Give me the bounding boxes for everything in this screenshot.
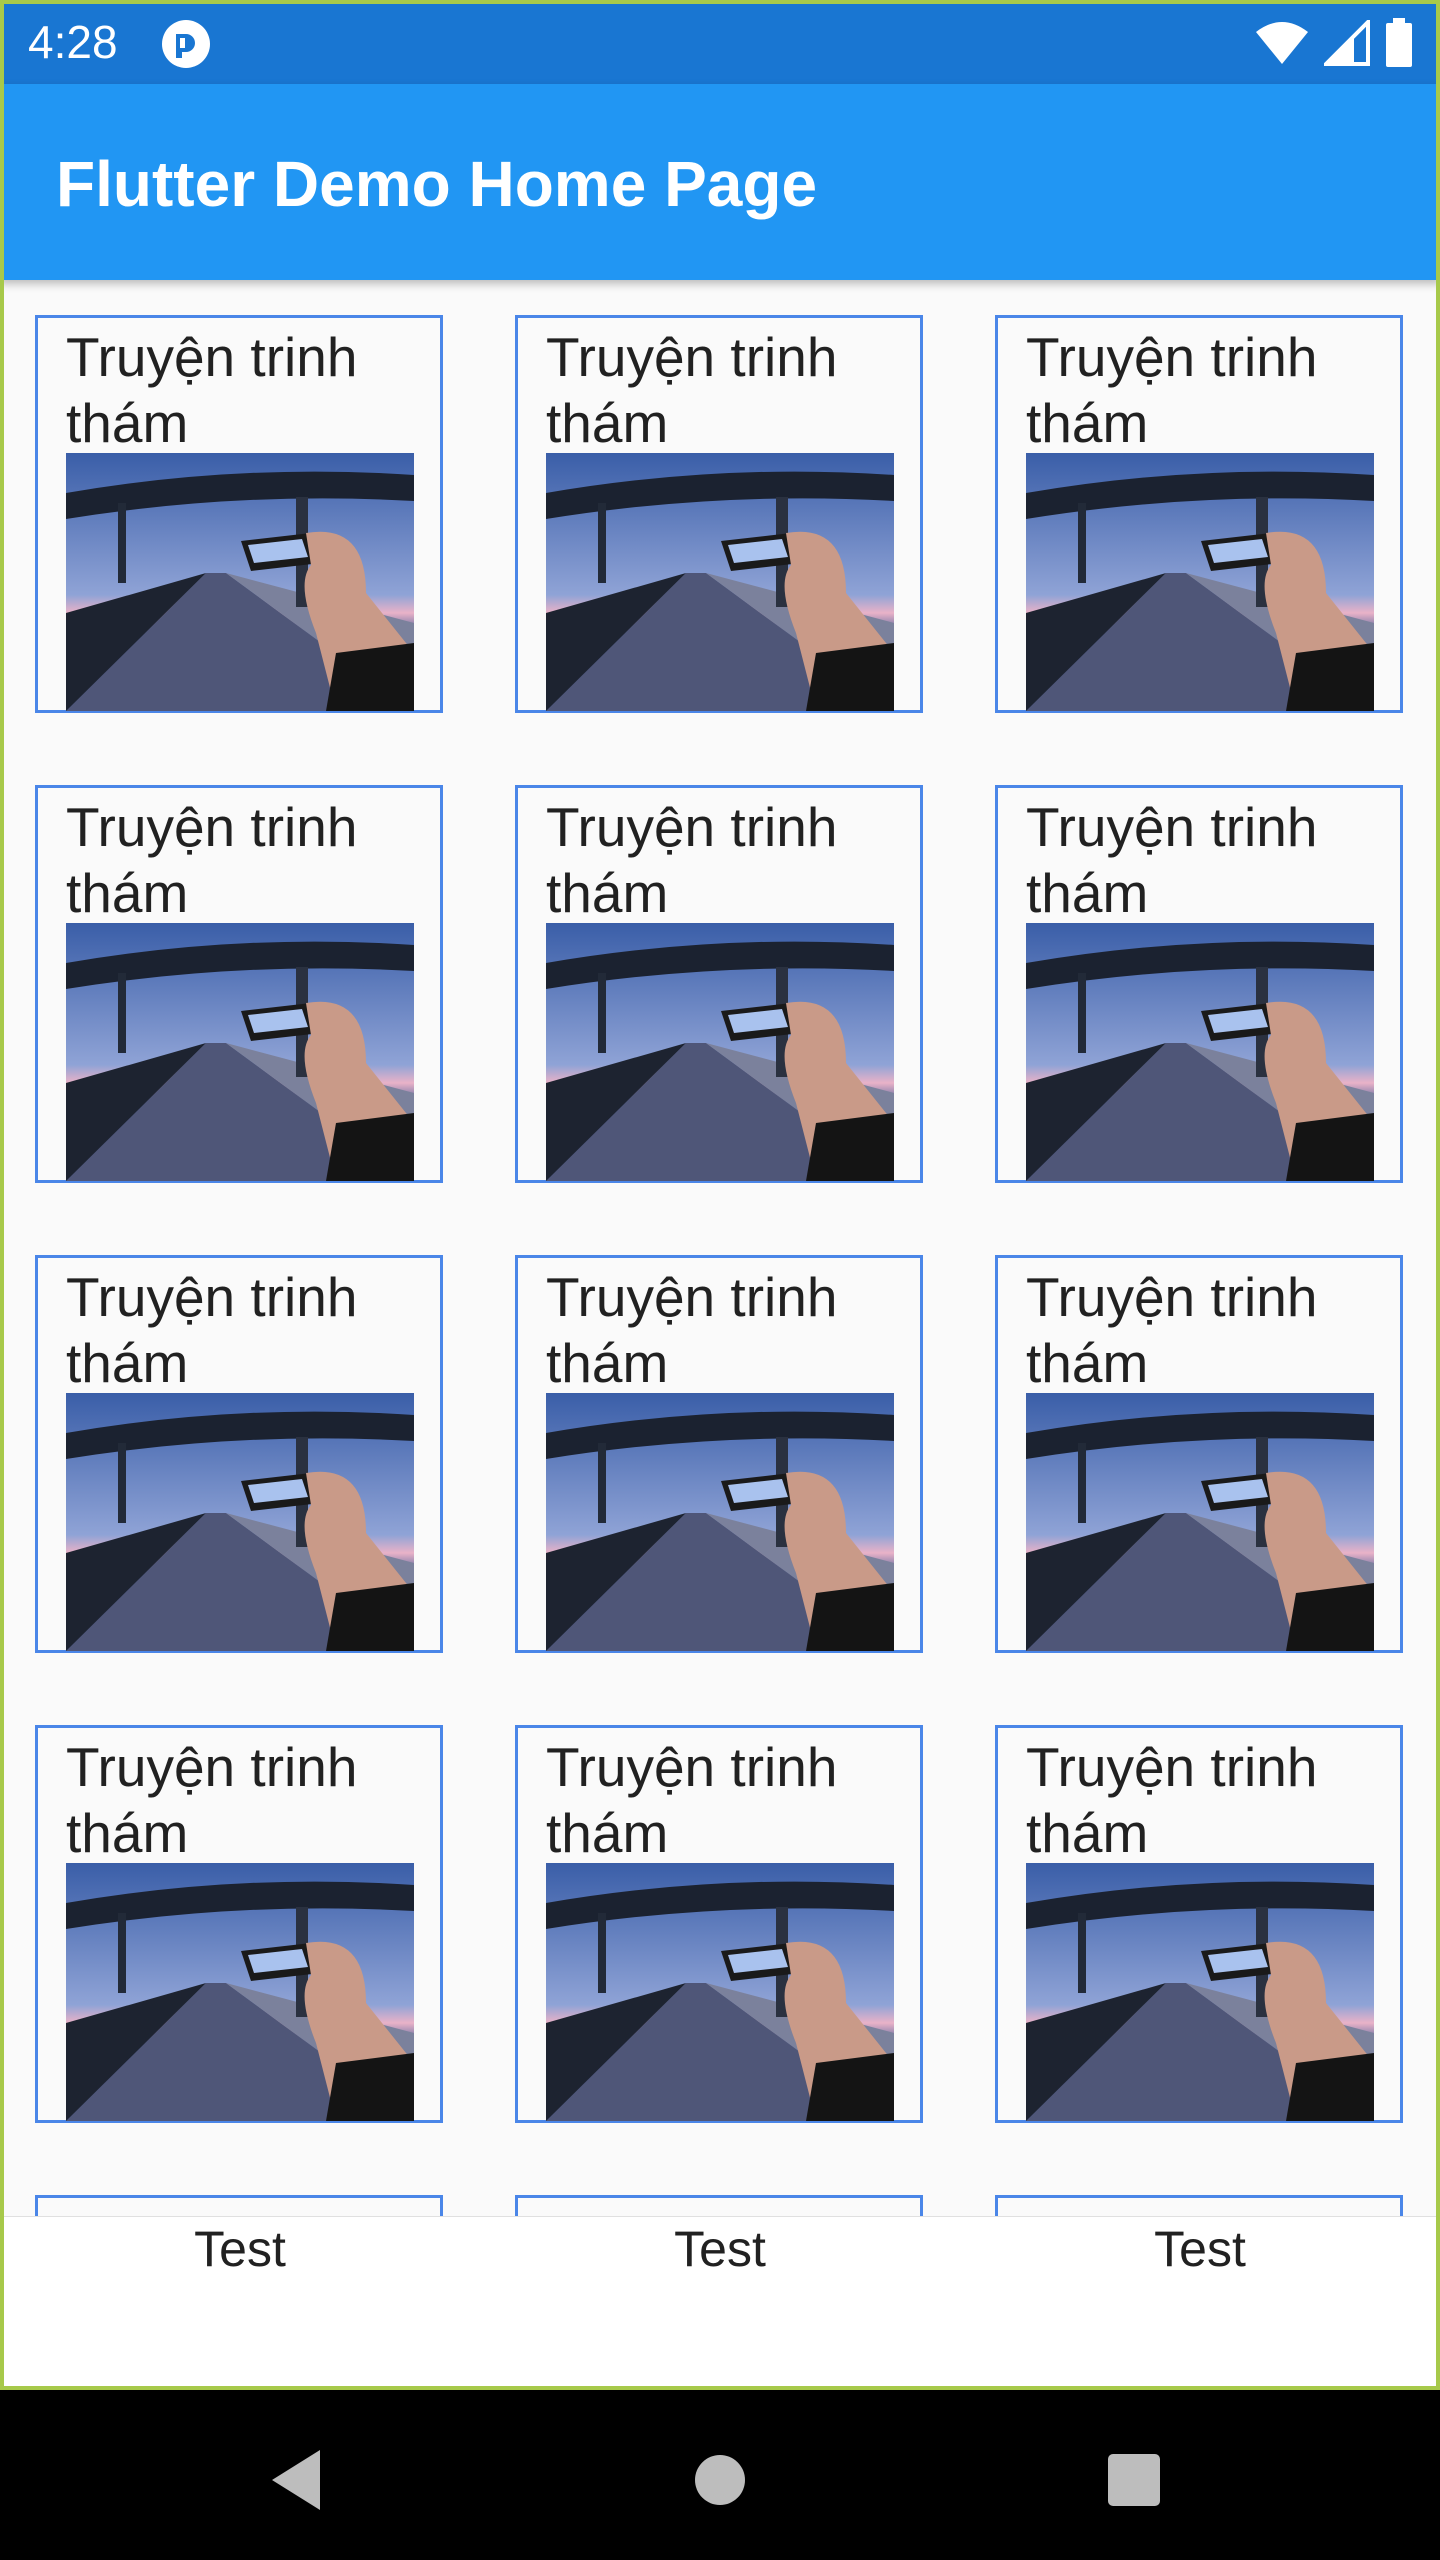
story-card[interactable]: Truyện trinh thám (35, 785, 443, 1183)
story-card[interactable]: Truyện trinh thám (995, 315, 1403, 713)
story-card-image (546, 1863, 894, 2121)
home-icon[interactable] (660, 2430, 780, 2530)
wifi-icon (1256, 22, 1308, 64)
story-card[interactable]: Truyện trinh thám (515, 1255, 923, 1653)
notification-app-icon (162, 20, 210, 68)
battery-icon (1386, 18, 1412, 67)
story-card-title: Truyện trinh thám (66, 2204, 426, 2216)
tab-bar: Test Test Test (0, 2216, 1440, 2391)
recents-icon[interactable] (1074, 2430, 1194, 2530)
story-card[interactable]: Truyện trinh thám (995, 2195, 1403, 2216)
story-card-title: Truyện trinh thám (66, 796, 358, 924)
story-card[interactable]: Truyện trinh thám (515, 1725, 923, 2123)
story-card[interactable]: Truyện trinh thám (35, 1255, 443, 1653)
story-card-image (546, 453, 894, 711)
cell-signal-icon (1324, 20, 1370, 66)
system-nav-bar (0, 2390, 1440, 2560)
story-card[interactable]: Truyện trinh thám (35, 2195, 443, 2216)
story-card[interactable]: Truyện trinh thám (995, 1255, 1403, 1653)
story-card-title: Truyện trinh thám (1026, 326, 1318, 454)
story-card-image (66, 1863, 414, 2121)
app-bar: Flutter Demo Home Page (0, 84, 1440, 280)
story-card[interactable]: Truyện trinh thám (515, 785, 923, 1183)
story-card-title: Truyện trinh thám (66, 1266, 358, 1394)
status-bar: 4:28 (0, 0, 1440, 84)
story-card-image (1026, 923, 1374, 1181)
story-grid[interactable]: Truyện trinh thám Truyện trinh thám Truyện… (0, 280, 1440, 2216)
story-card-title: Truyện trinh thám (546, 326, 838, 454)
story-card-title: Truyện trinh thám (66, 1736, 358, 1864)
story-card[interactable]: Truyện trinh thám (995, 785, 1403, 1183)
tab-3[interactable]: Test (960, 2217, 1440, 2391)
story-card-image (1026, 453, 1374, 711)
tab-2[interactable]: Test (480, 2217, 960, 2391)
tab-label: Test (674, 2221, 766, 2277)
story-card-title: Truyện trinh thám (66, 326, 358, 454)
story-card-title: Truyện trinh thám (546, 1266, 838, 1394)
story-card[interactable]: Truyện trinh thám (35, 1725, 443, 2123)
story-card-image (546, 923, 894, 1181)
story-card-image (66, 923, 414, 1181)
page-title: Flutter Demo Home Page (56, 148, 818, 220)
tab-1[interactable]: Test (0, 2217, 480, 2391)
story-card[interactable]: Truyện trinh thám (515, 315, 923, 713)
status-icons (1254, 16, 1414, 70)
story-card[interactable]: Truyện trinh thám (35, 315, 443, 713)
story-card-image (1026, 1863, 1374, 2121)
story-card-image (66, 453, 414, 711)
story-card[interactable]: Truyện trinh thám (995, 1725, 1403, 2123)
story-card-image (546, 1393, 894, 1651)
story-card-image (66, 1393, 414, 1651)
back-icon[interactable] (240, 2430, 360, 2530)
story-card-image (1026, 1393, 1374, 1651)
tab-label: Test (1154, 2221, 1246, 2277)
status-time: 4:28 (28, 16, 118, 68)
story-card-title: Truyện trinh thám (546, 2204, 906, 2216)
story-card-title: Truyện trinh thám (1026, 796, 1318, 924)
story-card-title: Truyện trinh thám (1026, 1266, 1318, 1394)
tab-label: Test (194, 2221, 286, 2277)
story-card-title: Truyện trinh thám (546, 1736, 838, 1864)
story-card-title: Truyện trinh thám (1026, 2204, 1386, 2216)
story-card[interactable]: Truyện trinh thám (515, 2195, 923, 2216)
story-card-title: Truyện trinh thám (1026, 1736, 1318, 1864)
story-card-title: Truyện trinh thám (546, 796, 838, 924)
